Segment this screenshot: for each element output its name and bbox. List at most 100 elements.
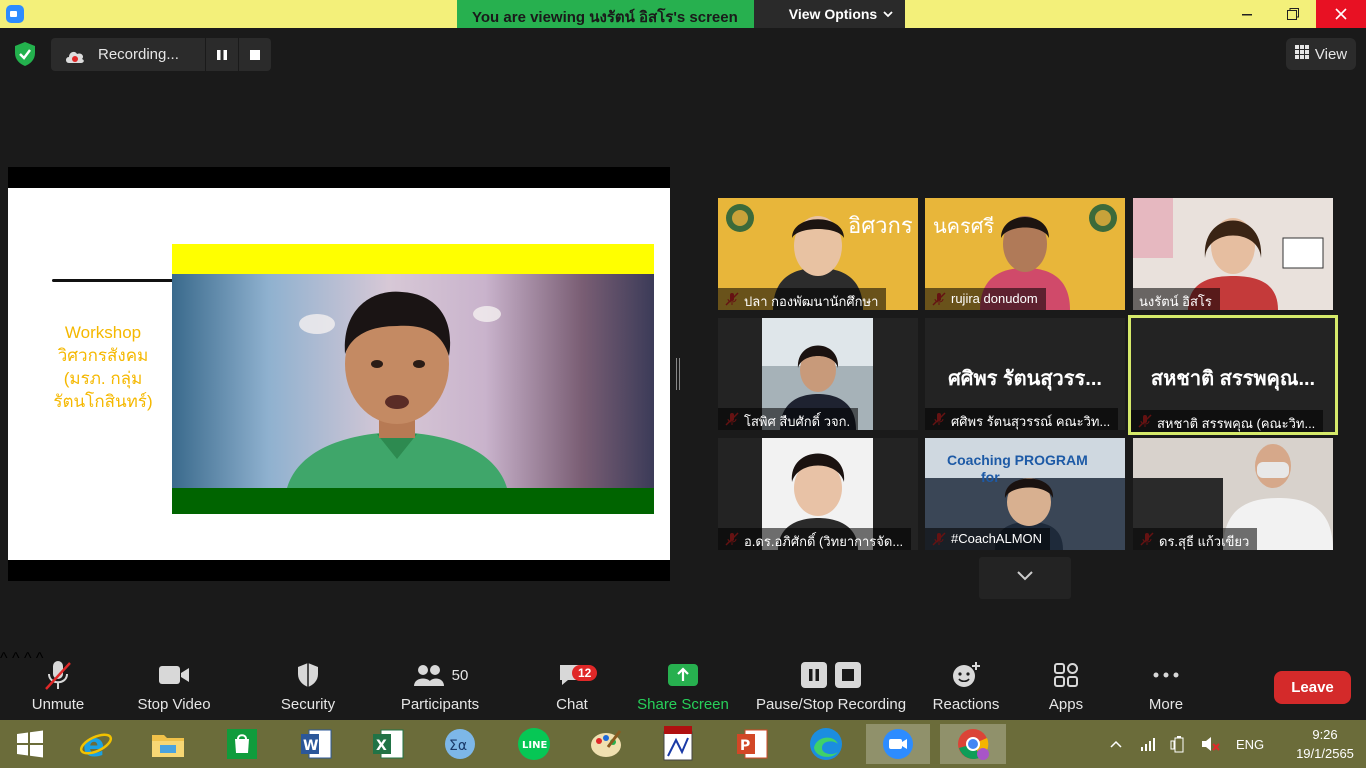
network-signal-icon[interactable] bbox=[1140, 720, 1156, 768]
window-titlebar: You are viewing นงรัตน์ อิสโร's screen V… bbox=[0, 0, 1366, 28]
recording-label: Recording... bbox=[98, 46, 179, 63]
microsoft-store-icon[interactable] bbox=[220, 724, 264, 764]
svg-text:X: X bbox=[376, 738, 387, 754]
meeting-toolbar: Unmute ^ Stop Video ^ Security 50 Partic… bbox=[0, 650, 1366, 720]
window-controls bbox=[1224, 0, 1366, 28]
video-tile[interactable]: นงรัตน์ อิสโร bbox=[1133, 198, 1333, 310]
chat-unread-badge: 12 bbox=[572, 665, 598, 681]
embedded-video bbox=[172, 244, 654, 514]
chat-button[interactable]: 12 Chat bbox=[548, 658, 598, 718]
lisrel-icon[interactable] bbox=[656, 724, 700, 764]
audio-options-caret-icon[interactable]: ^ bbox=[0, 650, 8, 667]
windows-taskbar: e W X Σα LINE P ENG bbox=[0, 720, 1366, 768]
speaker-muted-icon[interactable] bbox=[1200, 720, 1220, 768]
system-clock[interactable]: 9:26 19/1/2565 bbox=[1292, 725, 1358, 763]
share-screen-label: Share Screen bbox=[637, 696, 729, 713]
internet-explorer-icon[interactable]: e bbox=[74, 724, 118, 764]
participant-name: อ.ดร.อภิศักดิ์ (วิทยาการจัด... bbox=[718, 528, 912, 550]
security-shield-icon bbox=[276, 658, 340, 692]
svg-text:P: P bbox=[740, 738, 750, 754]
video-camera-icon bbox=[136, 658, 212, 692]
stop-video-label: Stop Video bbox=[137, 696, 211, 713]
video-tile[interactable]: อิศวกร ปลา กองพัฒนานักศึกษา bbox=[718, 198, 918, 310]
speaker-figure bbox=[287, 291, 507, 488]
view-label: View bbox=[1314, 45, 1348, 63]
leave-meeting-button[interactable]: Leave bbox=[1274, 671, 1351, 704]
unmute-button[interactable]: Unmute bbox=[24, 658, 92, 718]
chevron-down-icon bbox=[1016, 569, 1034, 587]
split-divider-handle[interactable] bbox=[676, 358, 680, 390]
smiley-plus-icon bbox=[930, 658, 1002, 692]
video-tile[interactable]: นครศรี rujira donudom bbox=[925, 198, 1125, 310]
svg-text:e: e bbox=[83, 727, 105, 761]
participants-icon: 50 bbox=[398, 658, 482, 692]
coaching-banner-text: Coaching PROGRAM bbox=[947, 452, 1088, 468]
svg-text:อิศวกร: อิศวกร bbox=[848, 214, 913, 239]
clock-time: 9:26 bbox=[1312, 727, 1338, 742]
svg-text:LINE: LINE bbox=[522, 740, 547, 751]
close-button[interactable] bbox=[1316, 0, 1366, 28]
view-options-button[interactable]: View Options bbox=[753, 0, 906, 28]
line-app-icon[interactable]: LINE bbox=[512, 724, 556, 764]
battery-icon[interactable] bbox=[1170, 720, 1188, 768]
video-options-caret-icon[interactable]: ^ bbox=[12, 650, 20, 667]
active-speaker-tile[interactable]: สหชาติ สรรพคุณ... สหชาติ สรรพคุณ (คณะวิท… bbox=[1128, 315, 1338, 435]
viewing-banner: You are viewing นงรัตน์ อิสโร's screen V… bbox=[457, 0, 906, 28]
cloud-recording-icon bbox=[64, 48, 86, 63]
video-tile[interactable]: ศศิพร รัตนสุวรร... ศศิพร รัตนสุวรรณ์ คณะ… bbox=[925, 318, 1125, 430]
edge-browser-icon[interactable] bbox=[804, 724, 848, 764]
maximize-button[interactable] bbox=[1270, 0, 1316, 28]
svg-text:Σα: Σα bbox=[449, 738, 467, 754]
minimize-button[interactable] bbox=[1224, 0, 1270, 28]
viewing-text: You are viewing นงรัตน์ อิสโร's screen bbox=[457, 0, 754, 28]
chrome-taskbar-icon[interactable] bbox=[940, 724, 1006, 764]
windows-start-icon[interactable] bbox=[8, 724, 52, 764]
video-tile[interactable]: อ.ดร.อภิศักดิ์ (วิทยาการจัด... bbox=[718, 438, 918, 550]
chevron-down-icon bbox=[883, 6, 893, 28]
reactions-button[interactable]: Reactions bbox=[930, 658, 1002, 718]
security-button[interactable]: Security bbox=[276, 658, 340, 718]
paint-icon[interactable] bbox=[584, 724, 628, 764]
participant-name: ปลา กองพัฒนานักศึกษา bbox=[718, 288, 887, 310]
participant-name: โสพิศ สืบศักดิ์ วจก. bbox=[718, 408, 859, 430]
slide-green-bar bbox=[172, 488, 654, 514]
video-tile[interactable]: Coaching PROGRAM for #CoachALMON bbox=[925, 438, 1125, 550]
participant-name: #CoachALMON bbox=[925, 528, 1051, 550]
stop-recording-button[interactable] bbox=[238, 38, 271, 71]
stop-video-button[interactable]: Stop Video bbox=[136, 658, 212, 718]
view-layout-button[interactable]: View bbox=[1286, 38, 1356, 70]
encryption-shield-icon[interactable] bbox=[13, 41, 37, 67]
apps-button[interactable]: Apps bbox=[1040, 658, 1092, 718]
video-tile[interactable]: ดร.สุธี แก้วเขียว bbox=[1133, 438, 1333, 550]
clock-date: 19/1/2565 bbox=[1296, 746, 1354, 761]
participants-button[interactable]: 50 Participants bbox=[398, 658, 482, 718]
file-explorer-icon[interactable] bbox=[146, 724, 190, 764]
coaching-banner-sub: for bbox=[981, 469, 1000, 485]
show-hidden-icons-button[interactable] bbox=[1110, 720, 1122, 768]
more-dots-icon bbox=[1140, 658, 1192, 692]
more-label: More bbox=[1148, 696, 1184, 713]
unmute-label: Unmute bbox=[31, 696, 85, 713]
pause-stop-icons bbox=[752, 658, 910, 692]
gallery-next-page-button[interactable] bbox=[979, 557, 1071, 599]
share-screen-arrow-icon bbox=[636, 658, 730, 692]
muted-microphone-icon bbox=[24, 658, 92, 692]
excel-icon[interactable]: X bbox=[366, 724, 410, 764]
zoom-taskbar-icon[interactable] bbox=[866, 724, 930, 764]
share-screen-button[interactable]: Share Screen bbox=[636, 658, 730, 718]
view-options-label: View Options bbox=[788, 6, 878, 22]
pause-recording-button[interactable] bbox=[205, 38, 238, 71]
math-input-icon[interactable]: Σα bbox=[438, 724, 482, 764]
word-icon[interactable]: W bbox=[294, 724, 338, 764]
svg-text:นครศรี: นครศรี bbox=[933, 214, 994, 238]
input-language-indicator[interactable]: ENG bbox=[1236, 720, 1264, 768]
apps-icon bbox=[1040, 658, 1092, 692]
security-label: Security bbox=[280, 696, 336, 713]
pause-stop-recording-button[interactable]: Pause/Stop Recording bbox=[752, 658, 910, 718]
powerpoint-icon[interactable]: P bbox=[730, 724, 774, 764]
zoom-logo-icon bbox=[6, 5, 24, 23]
video-tile[interactable]: โสพิศ สืบศักดิ์ วจก. bbox=[718, 318, 918, 430]
shared-screen[interactable]: Workshop วิศวกรสังคม (มรภ. กลุ่ม รัตนโกส… bbox=[8, 167, 670, 581]
more-button[interactable]: More bbox=[1140, 658, 1192, 718]
caption-line: รัตนโกสินทร์) bbox=[53, 392, 153, 411]
